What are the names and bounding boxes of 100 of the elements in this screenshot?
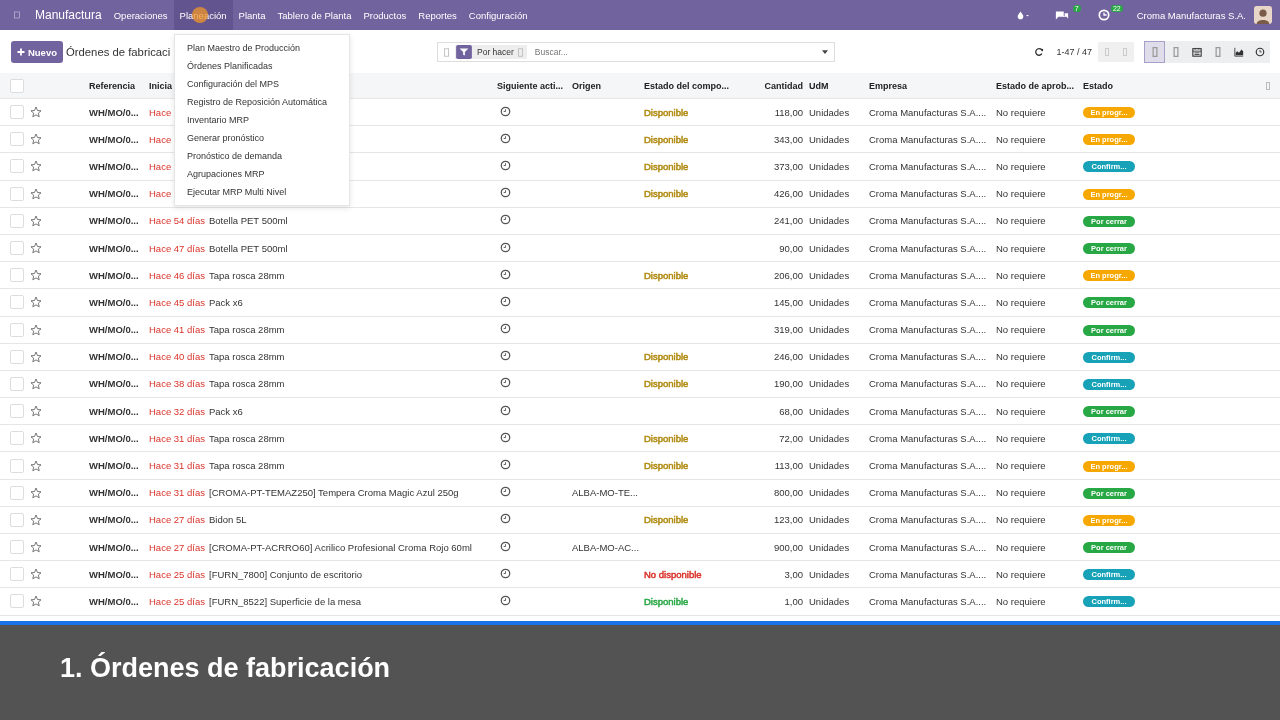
dropdown-item[interactable]: Registro de Reposición Automática [175,93,349,111]
row-checkbox[interactable] [10,322,24,337]
column-header[interactable]: Empresa [869,80,996,91]
dropdown-item[interactable]: Órdenes Planificadas [175,57,349,75]
star-icon[interactable] [30,296,42,309]
row-checkbox[interactable] [10,349,24,364]
clock-icon[interactable] [500,214,511,226]
filter-facet[interactable]: Por hacer [455,45,527,59]
column-header[interactable]: Estado de aprob... [996,80,1083,91]
dropdown-item[interactable]: Inventario MRP [175,111,349,129]
row-checkbox[interactable] [10,241,24,256]
clock-icon[interactable] [500,159,511,171]
dropdown-item[interactable]: Agrupaciones MRP [175,165,349,183]
row-checkbox[interactable] [10,512,24,527]
select-all-checkbox[interactable] [10,78,24,93]
star-icon[interactable] [30,541,42,554]
dropdown-item[interactable]: Ejecutar MRP Multi Nivel [175,183,349,201]
quantity-cell: 113,00 [774,460,803,472]
component-status-cell: Disponible [644,351,689,363]
dropdown-item[interactable]: Configuración del MPS [175,75,349,93]
column-header[interactable]: Cantidad [744,80,803,91]
avatar-icon[interactable] [1254,6,1272,24]
clock-icon[interactable] [500,486,511,498]
nav-menu-item[interactable]: Operaciones [107,0,174,30]
row-checkbox[interactable] [10,105,24,120]
app-name[interactable]: Manufactura [35,8,102,22]
quantity-cell: 90,00 [779,242,803,254]
column-header[interactable]: Estado [1083,80,1280,91]
clock-icon[interactable] [500,132,511,144]
activity-view-button[interactable] [1249,41,1270,63]
apps-menu-icon[interactable] [14,10,20,20]
star-icon[interactable] [30,187,42,200]
column-header[interactable]: Estado del compo... [644,80,744,91]
row-checkbox[interactable] [10,458,24,473]
clock-icon[interactable] [500,241,511,253]
clock-icon[interactable] [500,323,511,335]
row-checkbox[interactable] [10,159,24,174]
company-name[interactable]: Croma Manufacturas S.A. [1136,9,1246,21]
chat-icon[interactable] [1054,9,1069,21]
refresh-icon[interactable] [1034,47,1045,57]
dropdown-item[interactable]: Plan Maestro de Producción [175,39,349,57]
star-icon[interactable] [30,160,42,173]
row-checkbox[interactable] [10,213,24,228]
clock-icon[interactable] [500,268,511,280]
nav-menu-item[interactable]: Productos [357,0,413,30]
clock-icon[interactable] [500,187,511,199]
new-button[interactable]: Nuevo [11,41,63,63]
row-checkbox[interactable] [10,186,24,201]
star-icon[interactable] [30,459,42,472]
nav-menu-item[interactable]: Planta [232,0,272,30]
clock-icon[interactable] [500,404,511,416]
droplet-icon[interactable] [1016,9,1031,21]
row-checkbox[interactable] [10,485,24,500]
column-header[interactable]: Siguiente acti... [497,80,572,91]
row-checkbox[interactable] [10,431,24,446]
clock-icon[interactable] [1096,9,1111,21]
clock-icon[interactable] [500,567,511,579]
clock-icon[interactable] [500,513,511,525]
column-header[interactable]: Origen [572,80,644,91]
star-icon[interactable] [30,432,42,445]
row-checkbox[interactable] [10,540,24,555]
star-icon[interactable] [30,269,42,282]
nav-menu-item[interactable]: Reportes [412,0,463,30]
star-icon[interactable] [30,106,42,119]
nav-menu-item[interactable]: Configuración [462,0,534,30]
row-checkbox[interactable] [10,268,24,283]
star-icon[interactable] [30,405,42,418]
star-icon[interactable] [30,214,42,227]
row-checkbox[interactable] [10,132,24,147]
clock-icon[interactable] [500,431,511,443]
approval-cell: No requiere [996,595,1046,607]
row-checkbox[interactable] [10,594,24,609]
star-icon[interactable] [30,350,42,363]
star-icon[interactable] [30,595,42,608]
clock-icon[interactable] [500,350,511,362]
clock-icon[interactable] [500,105,511,117]
row-checkbox[interactable] [10,567,24,582]
row-checkbox[interactable] [10,295,24,310]
star-icon[interactable] [30,242,42,255]
row-checkbox[interactable] [10,376,24,391]
row-checkbox[interactable] [10,404,24,419]
star-icon[interactable] [30,133,42,146]
star-icon[interactable] [30,323,42,336]
column-header[interactable]: UdM [803,80,869,91]
clock-icon[interactable] [500,594,511,606]
column-header[interactable]: Referencia [89,80,149,91]
clock-icon[interactable] [500,377,511,389]
clock-icon[interactable] [500,295,511,307]
dropdown-item[interactable]: Pronóstico de demanda [175,147,349,165]
clock-icon[interactable] [500,540,511,552]
nav-menu-item[interactable]: Tablero de Planta [271,0,358,30]
dropdown-item[interactable]: Generar pronóstico [175,129,349,147]
pager-value[interactable]: 1-47 / 47 [1056,47,1092,57]
star-icon[interactable] [30,486,42,499]
clock-icon[interactable] [500,459,511,471]
star-icon[interactable] [30,568,42,581]
star-icon[interactable] [30,377,42,390]
caret-icon[interactable] [822,50,828,54]
star-icon[interactable] [30,513,42,526]
search-field[interactable]: Por hacer Buscar... [437,42,835,62]
